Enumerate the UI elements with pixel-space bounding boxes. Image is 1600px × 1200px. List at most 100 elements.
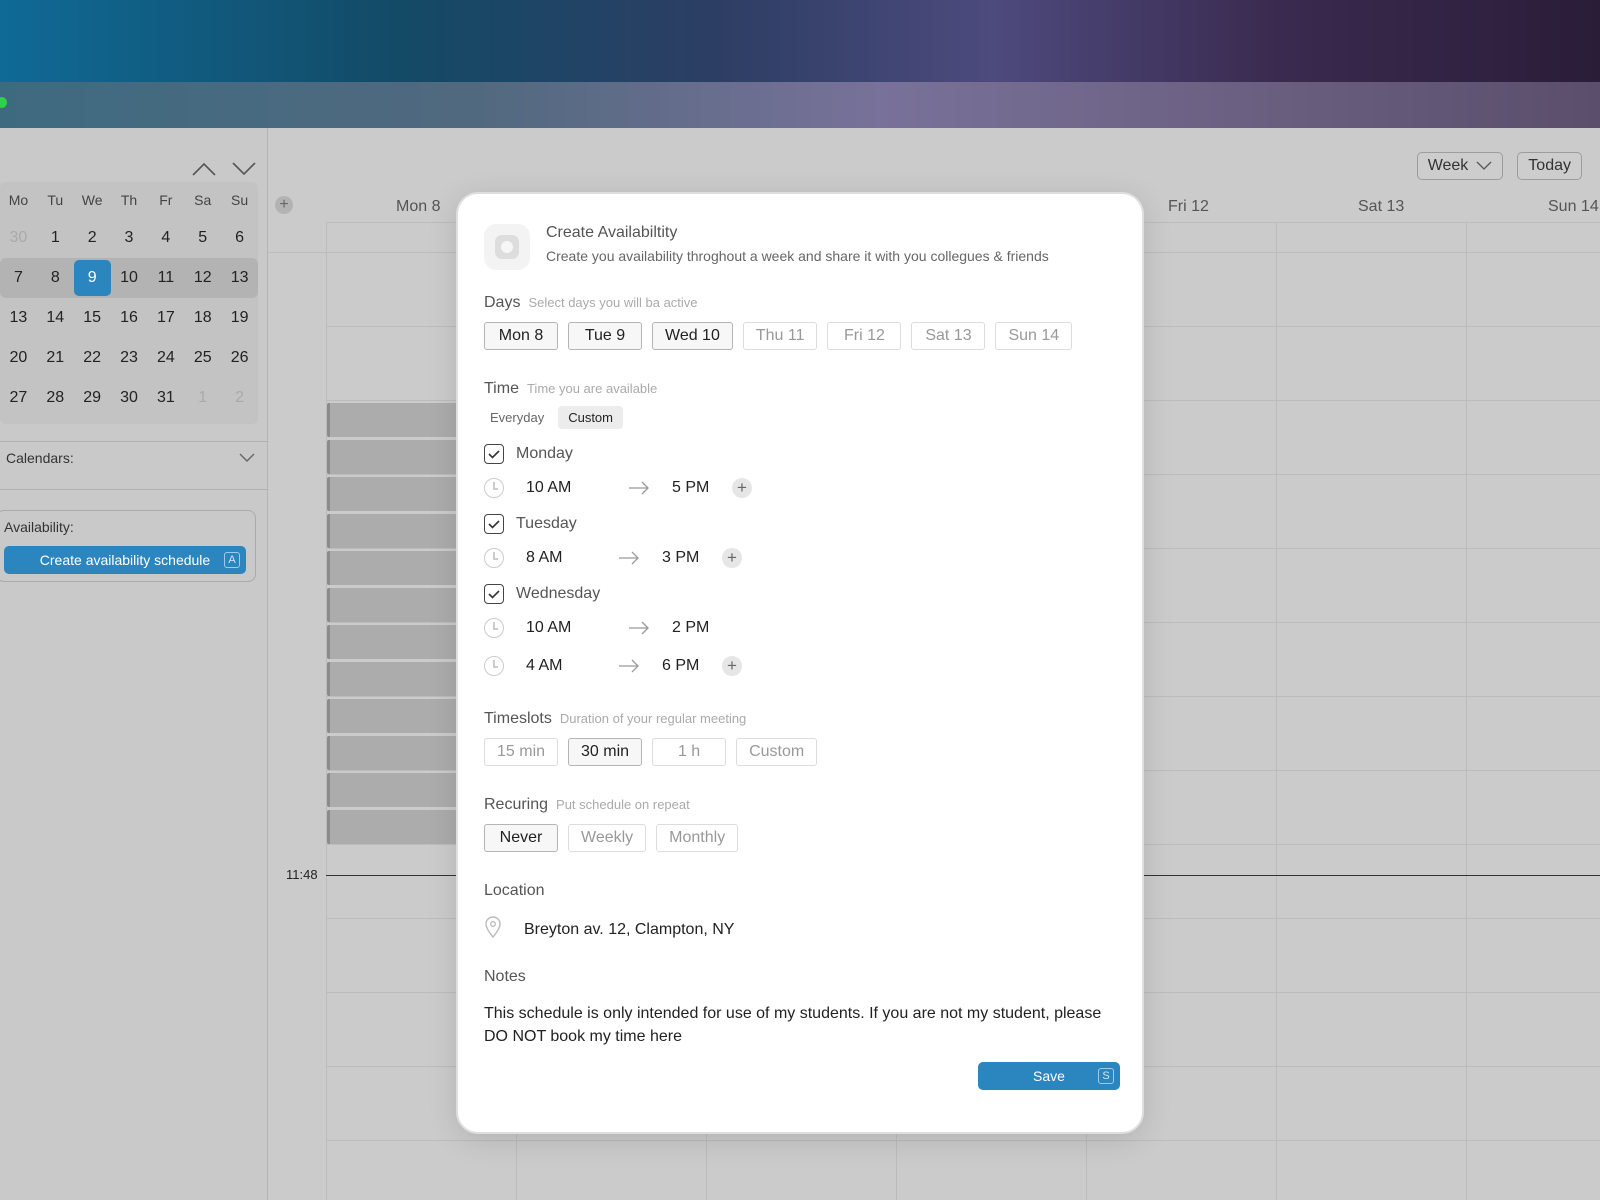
date-cell[interactable]: 31 (147, 380, 184, 416)
date-cell[interactable]: 25 (184, 340, 221, 376)
notes-field[interactable]: This schedule is only intended for use o… (484, 1002, 1114, 1048)
day-header[interactable]: Mon 8 (396, 198, 440, 216)
monday-checkbox[interactable]: Monday (484, 444, 573, 464)
chevron-down-icon[interactable] (231, 160, 257, 178)
add-time-range-icon[interactable]: + (722, 548, 742, 568)
location-label: Location (484, 882, 545, 899)
timeslot-chip-selected[interactable]: 30 min (568, 738, 643, 766)
date-cell[interactable]: 24 (147, 340, 184, 376)
date-cell[interactable]: 1 (37, 220, 74, 256)
day-header[interactable]: Sun 14 (1548, 198, 1599, 216)
selected-date-cell[interactable]: 9 (73, 260, 111, 296)
add-event-icon[interactable]: + (275, 196, 293, 214)
date-cell[interactable]: 22 (74, 340, 111, 376)
availability-block[interactable] (327, 440, 467, 474)
chevron-down-icon (238, 450, 256, 466)
availability-block[interactable] (327, 736, 467, 770)
time-range-row: 10 AM 5 PM + (484, 478, 752, 498)
availability-block[interactable] (327, 773, 467, 807)
date-cell[interactable]: 8 (37, 260, 74, 296)
chevron-up-icon[interactable] (191, 160, 217, 178)
date-cell[interactable]: 15 (74, 300, 111, 336)
date-cell[interactable]: 30 (0, 220, 37, 256)
day-chip[interactable]: Sat 13 (911, 322, 986, 350)
recurring-chip[interactable]: Weekly (568, 824, 647, 852)
date-cell[interactable]: 4 (147, 220, 184, 256)
date-cell[interactable]: 6 (221, 220, 258, 256)
availability-block[interactable] (327, 625, 467, 659)
end-time[interactable]: 2 PM (672, 619, 732, 637)
create-availability-dialog: Create Availabiltity Create you availabi… (456, 192, 1144, 1134)
mode-everyday[interactable]: Everyday (480, 406, 554, 429)
end-time[interactable]: 3 PM (662, 549, 722, 567)
mode-custom[interactable]: Custom (558, 406, 623, 429)
availability-block[interactable] (327, 514, 467, 548)
timeslot-chip[interactable]: 15 min (484, 738, 559, 766)
date-cell[interactable]: 14 (37, 300, 74, 336)
recurring-chip-selected[interactable]: Never (484, 824, 558, 852)
location-field[interactable]: Breyton av. 12, Clampton, NY (484, 916, 734, 943)
date-cell[interactable]: 3 (111, 220, 148, 256)
date-cell[interactable]: 21 (37, 340, 74, 376)
day-header[interactable]: Fri 12 (1168, 198, 1209, 216)
availability-block[interactable] (327, 662, 467, 696)
date-cell[interactable]: 28 (37, 380, 74, 416)
date-cell[interactable]: 11 (147, 260, 184, 296)
today-button[interactable]: Today (1517, 152, 1582, 180)
date-cell[interactable]: 27 (0, 380, 37, 416)
end-time[interactable]: 6 PM (662, 657, 722, 675)
start-time[interactable]: 10 AM (526, 479, 628, 497)
availability-block[interactable] (327, 699, 467, 733)
shortcut-key-badge: S (1098, 1068, 1114, 1084)
view-controls: Week Today (1416, 152, 1600, 180)
date-cell[interactable]: 19 (221, 300, 258, 336)
mini-calendar-weekdays: Mo Tu We Th Fr Sa Su (0, 182, 258, 218)
day-header[interactable]: Sat 13 (1358, 198, 1404, 216)
date-cell[interactable]: 13 (0, 300, 37, 336)
date-cell[interactable]: 20 (0, 340, 37, 376)
availability-block[interactable] (327, 551, 467, 585)
availability-block[interactable] (327, 477, 467, 511)
availability-block[interactable] (327, 403, 467, 437)
timeslot-chip[interactable]: 1 h (652, 738, 727, 766)
end-time[interactable]: 5 PM (672, 479, 732, 497)
create-availability-button[interactable]: Create availability schedule A (4, 546, 246, 574)
day-chip-selected[interactable]: Wed 10 (652, 322, 733, 350)
recurring-chip[interactable]: Monthly (656, 824, 739, 852)
calendars-section-toggle[interactable]: Calendars: (6, 450, 256, 466)
day-chip-selected[interactable]: Tue 9 (568, 322, 642, 350)
wednesday-checkbox[interactable]: Wednesday (484, 584, 600, 604)
date-cell[interactable]: 2 (221, 380, 258, 416)
add-time-range-icon[interactable]: + (732, 478, 752, 498)
date-cell[interactable]: 29 (74, 380, 111, 416)
view-select[interactable]: Week (1416, 152, 1504, 180)
start-time[interactable]: 4 AM (526, 657, 618, 675)
start-time[interactable]: 8 AM (526, 549, 618, 567)
date-cell[interactable]: 7 (0, 260, 37, 296)
tuesday-checkbox[interactable]: Tuesday (484, 514, 577, 534)
date-cell[interactable]: 13 (221, 260, 258, 296)
clock-icon (484, 618, 504, 638)
date-cell[interactable]: 1 (184, 380, 221, 416)
save-button[interactable]: Save S (978, 1062, 1120, 1090)
date-cell[interactable]: 26 (221, 340, 258, 376)
date-cell[interactable]: 18 (184, 300, 221, 336)
day-chip[interactable]: Sun 14 (995, 322, 1073, 350)
timeslot-chip[interactable]: Custom (736, 738, 818, 766)
date-cell[interactable]: 5 (184, 220, 221, 256)
day-chip[interactable]: Thu 11 (742, 322, 818, 350)
start-time[interactable]: 10 AM (526, 619, 628, 637)
date-cell[interactable]: 23 (111, 340, 148, 376)
day-chip[interactable]: Fri 12 (827, 322, 902, 350)
date-cell[interactable]: 16 (111, 300, 148, 336)
availability-block[interactable] (327, 810, 467, 844)
date-cell[interactable]: 17 (147, 300, 184, 336)
date-cell[interactable]: 12 (184, 260, 221, 296)
date-cell[interactable]: 10 (111, 260, 148, 296)
date-cell[interactable]: 30 (111, 380, 148, 416)
day-chip-selected[interactable]: Mon 8 (484, 322, 558, 350)
date-cell[interactable]: 2 (74, 220, 111, 256)
add-time-range-icon[interactable]: + (722, 656, 742, 676)
availability-block[interactable] (327, 588, 467, 622)
mini-calendar-week: 13 14 15 16 17 18 19 (0, 298, 258, 338)
